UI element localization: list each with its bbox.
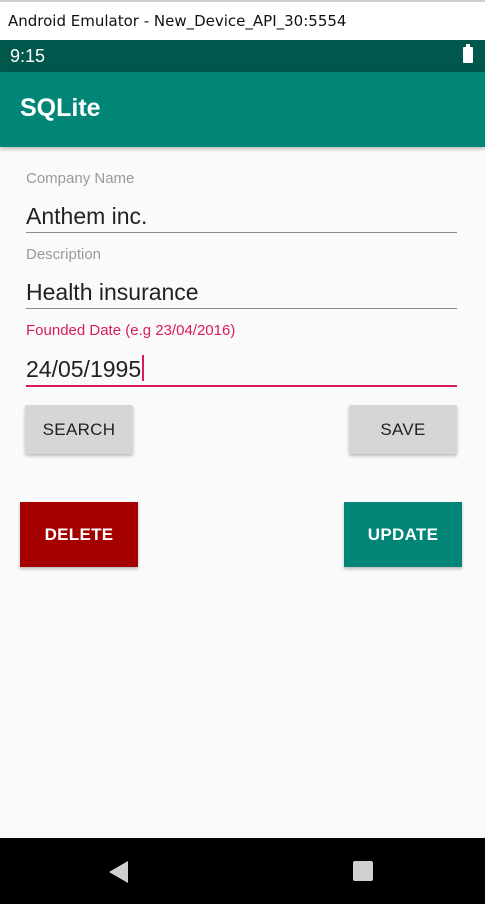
description-label: Description (26, 246, 102, 263)
text-cursor (142, 355, 145, 381)
company-name-input[interactable]: Anthem inc. (26, 203, 147, 230)
company-name-field[interactable]: Company Name Anthem inc. (26, 170, 457, 235)
delete-button[interactable]: DELETE (20, 502, 138, 567)
founded-date-underline (26, 385, 457, 387)
company-name-label: Company Name (26, 170, 135, 187)
battery-icon (463, 44, 473, 63)
emulator-title-bar: Android Emulator - New_Device_API_30:555… (0, 0, 485, 40)
window-title: Android Emulator - New_Device_API_30:555… (8, 12, 347, 30)
founded-date-label: Founded Date (e.g 23/04/2016) (26, 322, 236, 339)
app-bar: SQLite (0, 72, 485, 147)
description-field[interactable]: Description Health insurance (26, 246, 457, 311)
search-button[interactable]: SEARCH (25, 405, 133, 454)
back-icon[interactable] (109, 861, 128, 883)
founded-date-field[interactable]: Founded Date (e.g 23/04/2016) 24/05/1995 (26, 322, 457, 388)
description-input[interactable]: Health insurance (26, 279, 199, 306)
save-button[interactable]: SAVE (349, 405, 457, 454)
company-name-underline (26, 232, 457, 233)
status-bar: 9:15 (0, 40, 485, 72)
founded-date-input[interactable]: 24/05/1995 (26, 355, 145, 383)
app-title: SQLite (20, 94, 101, 122)
status-time: 9:15 (10, 46, 46, 66)
update-button[interactable]: UPDATE (344, 502, 462, 567)
description-underline (26, 308, 457, 309)
recents-icon[interactable] (353, 861, 373, 881)
navigation-bar (0, 838, 485, 904)
founded-date-value: 24/05/1995 (26, 356, 142, 382)
